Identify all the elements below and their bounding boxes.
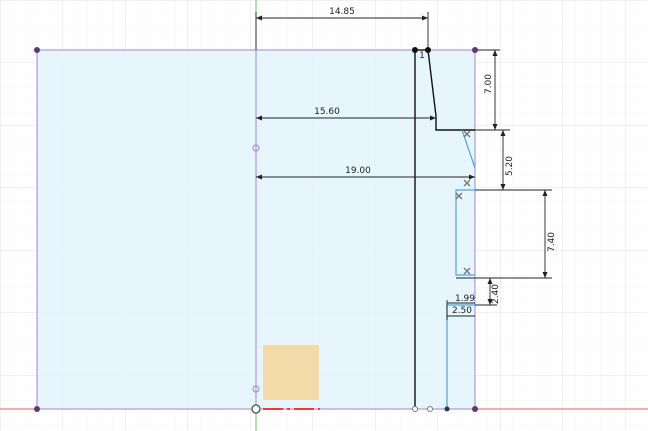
dim-mid-width[interactable]: 15.60 — [314, 107, 340, 117]
body-highlight[interactable] — [263, 345, 319, 400]
dim-right-v3[interactable]: 7.40 — [547, 232, 557, 252]
sketch-canvas[interactable]: 14.85 15.60 19.00 1 7.00 5.20 7.40 2.40 … — [0, 0, 648, 431]
origin-point — [251, 404, 261, 414]
dim-right-v1[interactable]: 7.00 — [484, 74, 494, 94]
dim-wide-width[interactable]: 19.00 — [345, 166, 371, 176]
dim-right-v4[interactable]: 2.40 — [491, 284, 501, 304]
sketch-svg[interactable]: 14.85 15.60 19.00 1 7.00 5.20 7.40 2.40 … — [0, 0, 648, 431]
sketch-point — [412, 47, 418, 53]
sketch-point — [472, 47, 478, 53]
sketch-point — [34, 406, 40, 412]
sketch-point — [425, 47, 431, 53]
dim-right-v2[interactable]: 5.20 — [505, 156, 515, 176]
dim-small-h2[interactable]: 2.50 — [452, 306, 472, 316]
sketch-point — [412, 406, 418, 412]
sketch-point — [34, 47, 40, 53]
sketch-point — [444, 406, 450, 412]
sketch-point — [472, 406, 478, 412]
dim-top-width[interactable]: 14.85 — [329, 7, 355, 17]
dim-small-h1[interactable]: 1.99 — [455, 294, 475, 304]
sketch-point — [427, 406, 433, 412]
dim-tiny-label[interactable]: 1 — [419, 51, 425, 61]
